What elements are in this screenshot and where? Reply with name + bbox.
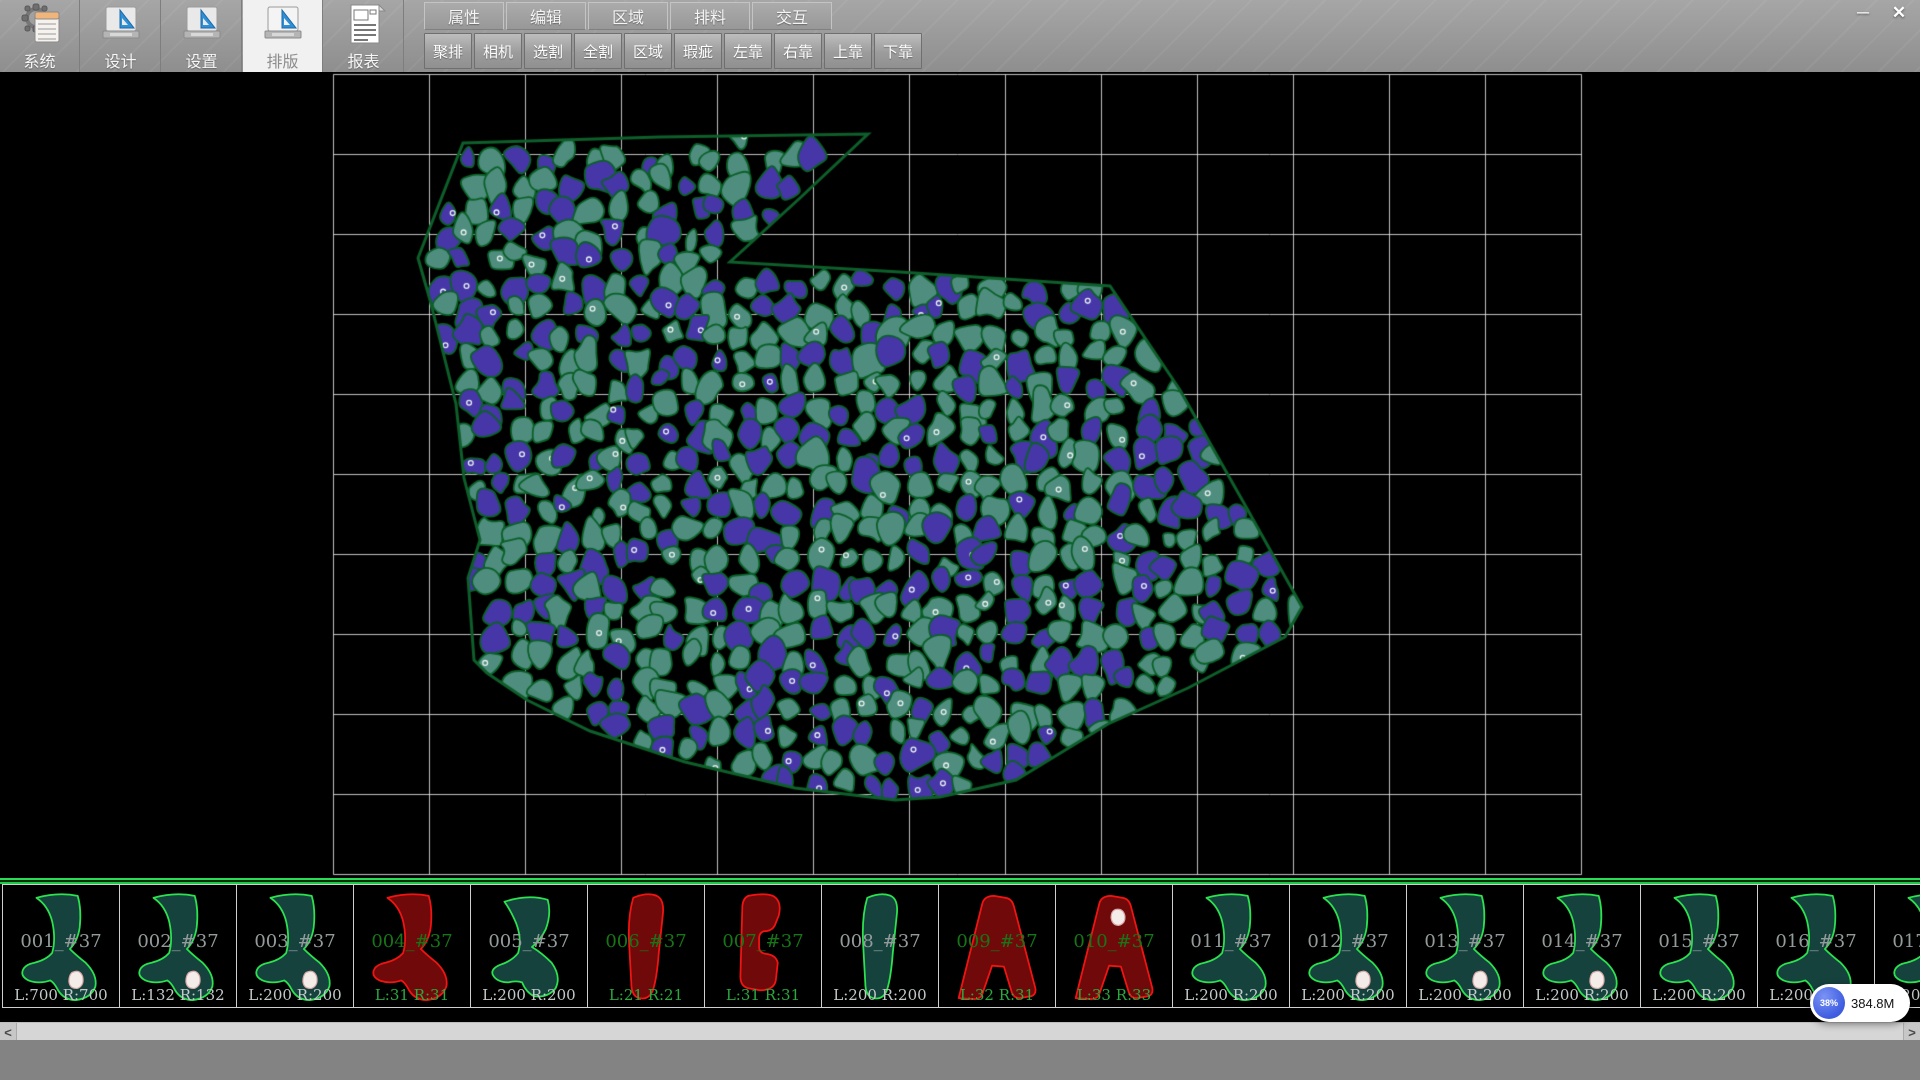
part-lr-count: L:33 R:33	[1056, 986, 1172, 1004]
part-name: 005_#37	[471, 931, 587, 952]
close-button[interactable]: ✕	[1884, 2, 1914, 24]
tool-button-cut-all[interactable]: 全割	[574, 33, 622, 69]
part-lr-count: L:700 R:700	[3, 986, 119, 1004]
part-thumbnail[interactable]: 005_#37 L:200 R:200	[470, 884, 588, 1008]
part-thumbnail[interactable]: 010_#37 L:33 R:33	[1055, 884, 1173, 1008]
part-name: 015_#37	[1641, 931, 1757, 952]
tool-button-snap-right[interactable]: 右靠	[774, 33, 822, 69]
part-name: 006_#37	[588, 931, 704, 952]
part-name: 011_#37	[1173, 931, 1289, 952]
menu-tab-nesting[interactable]: 排料	[670, 2, 750, 30]
part-lr-count: L:200 R:200	[237, 986, 353, 1004]
main-button-label: 设置	[162, 48, 241, 72]
part-lr-count: L:132 R:132	[120, 986, 236, 1004]
part-thumbnail[interactable]: 004_#37 L:31 R:31	[353, 884, 471, 1008]
menu-tab-row: 属性 编辑 区域 排料 交互	[424, 2, 834, 30]
main-button-settings[interactable]: 设置	[162, 0, 242, 72]
main-button-label: 排版	[243, 48, 322, 72]
part-thumbnail[interactable]: 012_#37 L:200 R:200	[1289, 884, 1407, 1008]
menu-tab-region[interactable]: 区域	[588, 2, 668, 30]
tool-button-snap-left[interactable]: 左靠	[724, 33, 772, 69]
part-thumbnail[interactable]: 008_#37 L:200 R:200	[821, 884, 939, 1008]
part-thumbnail[interactable]: 011_#37 L:200 R:200	[1172, 884, 1290, 1008]
part-lr-count: L:31 R:31	[354, 986, 470, 1004]
part-name: 016_#37	[1758, 931, 1874, 952]
memory-badge: 38% 384.8M	[1810, 984, 1910, 1022]
part-thumbnail[interactable]: 013_#37 L:200 R:200	[1406, 884, 1524, 1008]
part-name: 002_#37	[120, 931, 236, 952]
part-name: 009_#37	[939, 931, 1055, 952]
main-button-label: 系统	[0, 48, 79, 72]
part-name: 008_#37	[822, 931, 938, 952]
design-ruler-icon	[81, 0, 160, 48]
horizontal-scrollbar[interactable]: < >	[0, 1022, 1920, 1040]
parts-strip: 001_#37 L:700 R:700 002_#37 L:132 R:132 …	[0, 878, 1920, 1010]
menu-tab-edit[interactable]: 编辑	[506, 2, 586, 30]
tool-button-area[interactable]: 区域	[624, 33, 672, 69]
minimize-button[interactable]: ─	[1848, 2, 1878, 24]
part-thumbnail[interactable]: 009_#37 L:32 R:31	[938, 884, 1056, 1008]
report-doc-icon	[324, 0, 403, 48]
application-window: 系统 设计	[0, 0, 1920, 1080]
part-name: 007_#37	[705, 931, 821, 952]
part-lr-count: L:31 R:31	[705, 986, 821, 1004]
part-thumbnail[interactable]: 002_#37 L:132 R:132	[119, 884, 237, 1008]
part-lr-count: L:200 R:200	[1524, 986, 1640, 1004]
part-thumbnail[interactable]: 014_#37 L:200 R:200	[1523, 884, 1641, 1008]
settings-ruler-icon	[162, 0, 241, 48]
part-lr-count: L:200 R:200	[1407, 986, 1523, 1004]
main-button-system[interactable]: 系统	[0, 0, 80, 72]
part-lr-count: L:32 R:31	[939, 986, 1055, 1004]
tool-button-defect[interactable]: 瑕疵	[674, 33, 722, 69]
main-button-design[interactable]: 设计	[81, 0, 161, 72]
main-button-label: 设计	[81, 48, 160, 72]
parts-list: 001_#37 L:700 R:700 002_#37 L:132 R:132 …	[2, 884, 1920, 1010]
tool-button-cluster[interactable]: 聚排	[424, 33, 472, 69]
part-lr-count: L:200 R:200	[1641, 986, 1757, 1004]
part-thumbnail[interactable]: 006_#37 L:21 R:21	[587, 884, 705, 1008]
part-thumbnail[interactable]: 007_#37 L:31 R:31	[704, 884, 822, 1008]
part-name: 014_#37	[1524, 931, 1640, 952]
tool-button-snap-up[interactable]: 上靠	[824, 33, 872, 69]
layout-ruler-icon	[243, 0, 322, 48]
progress-circle: 38%	[1813, 987, 1845, 1019]
part-thumbnail[interactable]: 015_#37 L:200 R:200	[1640, 884, 1758, 1008]
part-name: 010_#37	[1056, 931, 1172, 952]
scroll-right-icon[interactable]: >	[1903, 1023, 1920, 1041]
part-name: 012_#37	[1290, 931, 1406, 952]
part-name: 017_#37	[1875, 931, 1920, 952]
system-gear-icon	[0, 0, 79, 48]
window-controls: ─ ✕	[1848, 2, 1914, 24]
toolbar: 系统 设计	[0, 0, 1920, 72]
tool-button-snap-down[interactable]: 下靠	[874, 33, 922, 69]
menu-tab-properties[interactable]: 属性	[424, 2, 504, 30]
part-lr-count: L:200 R:200	[1290, 986, 1406, 1004]
menu-tab-interact[interactable]: 交互	[752, 2, 832, 30]
part-lr-count: L:200 R:200	[1173, 986, 1289, 1004]
nesting-canvas[interactable]	[0, 72, 1920, 878]
part-lr-count: L:200 R:200	[471, 986, 587, 1004]
part-lr-count: L:200 R:200	[822, 986, 938, 1004]
tool-button-camera[interactable]: 相机	[474, 33, 522, 69]
part-name: 013_#37	[1407, 931, 1523, 952]
part-hole	[1111, 909, 1125, 925]
main-button-layout[interactable]: 排版	[243, 0, 323, 72]
scroll-left-icon[interactable]: <	[0, 1023, 17, 1041]
memory-value: 384.8M	[1851, 996, 1894, 1011]
tool-button-row: 聚排 相机 选割 全割 区域 瑕疵 左靠 右靠 上靠 下靠	[424, 33, 924, 69]
part-lr-count: L:21 R:21	[588, 986, 704, 1004]
main-button-report[interactable]: 报表	[324, 0, 404, 72]
part-thumbnail[interactable]: 003_#37 L:200 R:200	[236, 884, 354, 1008]
status-bar	[0, 1040, 1920, 1080]
part-name: 001_#37	[3, 931, 119, 952]
main-button-label: 报表	[324, 48, 403, 72]
part-name: 003_#37	[237, 931, 353, 952]
part-name: 004_#37	[354, 931, 470, 952]
part-thumbnail[interactable]: 001_#37 L:700 R:700	[2, 884, 120, 1008]
tool-button-select-cut[interactable]: 选割	[524, 33, 572, 69]
